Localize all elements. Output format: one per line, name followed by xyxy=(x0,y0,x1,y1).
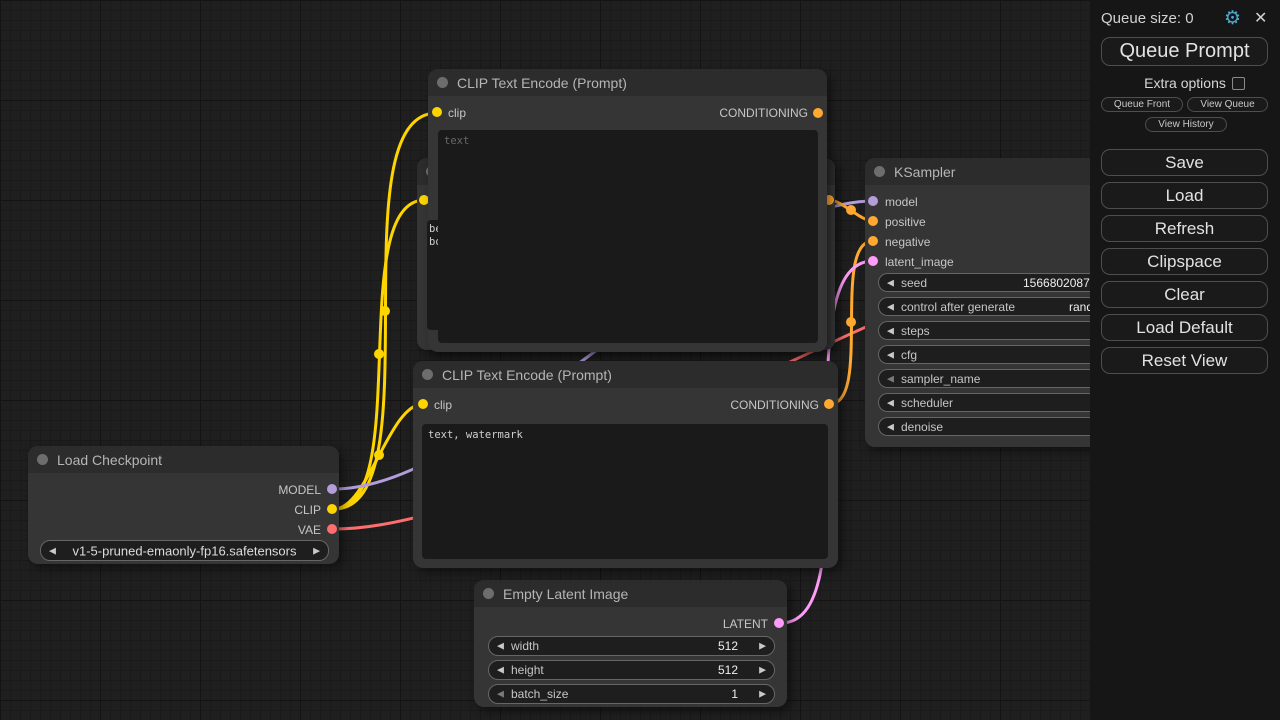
collapse-dot-icon[interactable] xyxy=(483,588,494,599)
widget-label: denoise xyxy=(901,420,943,434)
close-icon[interactable]: ✕ xyxy=(1254,8,1267,28)
settings-gear-icon[interactable]: ⚙ xyxy=(1224,7,1241,30)
batch-size-widget[interactable]: ◀ batch_size 1 ▶ xyxy=(488,684,775,704)
node-empty-latent-image[interactable]: Empty Latent Image LATENT ◀ width 512 ▶ … xyxy=(474,580,787,707)
node-title-bar[interactable]: CLIP Text Encode (Prompt) xyxy=(428,69,827,96)
increment-arrow-icon[interactable]: ▶ xyxy=(759,665,766,676)
vae-output-label: VAE xyxy=(298,523,321,537)
latent-output-label: LATENT xyxy=(723,617,768,631)
load-button[interactable]: Load xyxy=(1101,182,1268,209)
widget-label: steps xyxy=(901,324,930,338)
node-title: Empty Latent Image xyxy=(503,586,628,602)
decrement-arrow-icon[interactable]: ◀ xyxy=(497,641,504,652)
widget-label: height xyxy=(511,663,544,677)
collapse-dot-icon[interactable] xyxy=(37,454,48,465)
width-widget[interactable]: ◀ width 512 ▶ xyxy=(488,636,775,656)
clip-input-slot[interactable] xyxy=(418,399,428,409)
clip-output-label: CLIP xyxy=(294,503,321,517)
empty-prompt-textarea[interactable]: text xyxy=(438,130,818,343)
extra-options-label: Extra options xyxy=(1090,75,1280,91)
node-title-bar[interactable]: CLIP Text Encode (Prompt) xyxy=(413,361,838,388)
model-output-label: MODEL xyxy=(278,483,321,497)
widget-label: width xyxy=(511,639,539,653)
decrement-arrow-icon[interactable]: ◀ xyxy=(497,665,504,676)
node-title-bar[interactable]: Empty Latent Image xyxy=(474,580,787,607)
clip-input-label: clip xyxy=(434,398,452,412)
collapse-dot-icon[interactable] xyxy=(422,369,433,380)
widget-label: scheduler xyxy=(901,396,953,410)
link-midpoint-dot[interactable] xyxy=(846,317,856,327)
model-input-slot[interactable] xyxy=(868,196,878,206)
link-midpoint-dot[interactable] xyxy=(374,450,384,460)
conditioning-output-slot[interactable] xyxy=(824,399,834,409)
widget-value: 1 xyxy=(731,687,738,701)
load-default-button[interactable]: Load Default xyxy=(1101,314,1268,341)
conditioning-output-slot[interactable] xyxy=(813,108,823,118)
increment-arrow-icon[interactable]: ▶ xyxy=(759,641,766,652)
node-title: CLIP Text Encode (Prompt) xyxy=(457,75,627,91)
node-load-checkpoint[interactable]: Load Checkpoint MODEL CLIP VAE ◀ v1-5-pr… xyxy=(28,446,339,564)
link-midpoint-dot[interactable] xyxy=(374,349,384,359)
queue-size-label: Queue size: 0 xyxy=(1101,10,1194,27)
widget-label: seed xyxy=(901,276,927,290)
clear-button[interactable]: Clear xyxy=(1101,281,1268,308)
node-title: KSampler xyxy=(894,164,955,180)
node-title: CLIP Text Encode (Prompt) xyxy=(442,367,612,383)
widget-label: control after generate xyxy=(901,300,1015,314)
link-midpoint-dot[interactable] xyxy=(380,306,390,316)
model-output-slot[interactable] xyxy=(327,484,337,494)
latent-image-input-slot[interactable] xyxy=(868,256,878,266)
decrement-arrow-icon[interactable]: ◀ xyxy=(887,277,894,288)
ckpt-name-widget[interactable]: ◀ v1-5-pruned-emaonly-fp16.safetensors ▶ xyxy=(40,540,329,561)
negative-input-slot[interactable] xyxy=(868,236,878,246)
queue-prompt-button[interactable]: Queue Prompt xyxy=(1101,37,1268,66)
comfyui-canvas[interactable]: CLIP Text Encode (Prompt) clip CONDITION… xyxy=(0,0,1280,720)
decrement-arrow-icon[interactable]: ◀ xyxy=(887,421,894,432)
conditioning-output-label: CONDITIONING xyxy=(730,398,819,412)
widget-label: batch_size xyxy=(511,687,568,701)
save-button[interactable]: Save xyxy=(1101,149,1268,176)
queue-front-button[interactable]: Queue Front xyxy=(1101,97,1183,112)
negative-prompt-textarea[interactable]: text, watermark xyxy=(422,424,828,559)
vae-output-slot[interactable] xyxy=(327,524,337,534)
node-title: Load Checkpoint xyxy=(57,452,162,468)
view-history-button[interactable]: View History xyxy=(1145,117,1227,132)
widget-label: cfg xyxy=(901,348,917,362)
widget-value: 512 xyxy=(718,663,738,677)
decrement-arrow-icon[interactable]: ◀ xyxy=(887,397,894,408)
comfy-menu-panel: Queue size: 0 ⚙ ✕ Queue Prompt Extra opt… xyxy=(1090,0,1280,720)
link-midpoint-dot[interactable] xyxy=(846,205,856,215)
latent-output-slot[interactable] xyxy=(774,618,784,628)
clip-output-slot[interactable] xyxy=(327,504,337,514)
widget-value: 512 xyxy=(718,639,738,653)
latent-image-input-label: latent_image xyxy=(885,255,954,269)
decrement-arrow-icon[interactable]: ◀ xyxy=(497,689,504,700)
increment-arrow-icon[interactable]: ▶ xyxy=(313,545,320,556)
decrement-arrow-icon[interactable]: ◀ xyxy=(887,373,894,384)
conditioning-output-label: CONDITIONING xyxy=(719,106,808,120)
negative-input-label: negative xyxy=(885,235,930,249)
collapse-dot-icon[interactable] xyxy=(437,77,448,88)
decrement-arrow-icon[interactable]: ◀ xyxy=(887,325,894,336)
collapse-dot-icon[interactable] xyxy=(874,166,885,177)
model-input-label: model xyxy=(885,195,918,209)
reset-view-button[interactable]: Reset View xyxy=(1101,347,1268,374)
height-widget[interactable]: ◀ height 512 ▶ xyxy=(488,660,775,680)
clipspace-button[interactable]: Clipspace xyxy=(1101,248,1268,275)
clip-input-slot[interactable] xyxy=(432,107,442,117)
view-queue-button[interactable]: View Queue xyxy=(1187,97,1268,112)
extra-options-checkbox[interactable] xyxy=(1232,77,1245,90)
ckpt-name-value: v1-5-pruned-emaonly-fp16.safetensors xyxy=(41,543,328,558)
positive-input-label: positive xyxy=(885,215,926,229)
clip-input-label: clip xyxy=(448,106,466,120)
refresh-button[interactable]: Refresh xyxy=(1101,215,1268,242)
decrement-arrow-icon[interactable]: ◀ xyxy=(887,349,894,360)
positive-input-slot[interactable] xyxy=(868,216,878,226)
increment-arrow-icon[interactable]: ▶ xyxy=(759,689,766,700)
widget-value: 1566802087 xyxy=(1023,276,1090,290)
decrement-arrow-icon[interactable]: ◀ xyxy=(887,301,894,312)
node-title-bar[interactable]: Load Checkpoint xyxy=(28,446,339,473)
widget-label: sampler_name xyxy=(901,372,980,386)
